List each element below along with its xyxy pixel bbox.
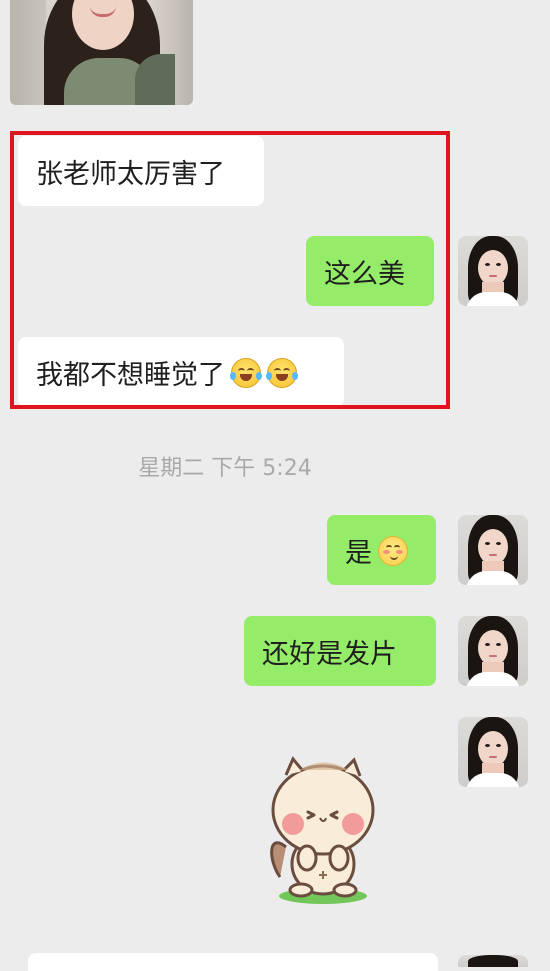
outgoing-message-3[interactable]: 还好是发片 <box>244 616 436 686</box>
partial-message-bubble[interactable] <box>28 953 438 971</box>
message-text: 张老师太厉害了 <box>36 158 225 190</box>
sender-avatar[interactable] <box>458 236 528 306</box>
tear-right <box>256 372 262 380</box>
outgoing-message-1[interactable]: 这么美 <box>306 236 434 306</box>
message-text: 是 <box>345 537 372 569</box>
avatar-lips <box>489 655 497 657</box>
sender-avatar[interactable] <box>458 515 528 585</box>
emoji-mouth <box>240 374 252 381</box>
sender-avatar[interactable] <box>458 616 528 686</box>
tear-right <box>292 372 298 380</box>
message-text: 还好是发片 <box>262 638 397 670</box>
sender-avatar[interactable] <box>458 717 528 787</box>
avatar-face <box>478 529 508 565</box>
avatar-eye-left <box>485 744 490 747</box>
cat-sticker-icon <box>270 756 375 904</box>
avatar-face <box>478 250 508 286</box>
avatar-hair <box>468 955 518 967</box>
avatar-eye-right <box>496 542 501 545</box>
timestamp: 星期二 下午 5:24 <box>138 456 312 481</box>
emoji-mouth <box>276 374 288 381</box>
outgoing-message-2[interactable]: 是 <box>327 515 436 585</box>
emoji-blush-left <box>383 550 390 554</box>
shy-face-icon <box>378 536 408 566</box>
tear-left <box>266 372 272 380</box>
avatar-eye-left <box>485 643 490 646</box>
avatar-eye-right <box>496 744 501 747</box>
avatar-lips <box>489 756 497 758</box>
tear-left <box>230 372 236 380</box>
avatar-eye-right <box>496 643 501 646</box>
laughing-tears-icon <box>266 358 298 388</box>
avatar-eye-right <box>496 263 501 266</box>
cat-sticker[interactable] <box>262 752 384 910</box>
message-text: 我都不想睡觉了 <box>36 359 225 391</box>
emoji-mouth <box>390 554 398 560</box>
avatar-lips <box>489 275 497 277</box>
avatar-face <box>478 630 508 666</box>
partial-avatar[interactable] <box>458 955 528 967</box>
image-background-left <box>10 0 46 105</box>
incoming-message-2[interactable]: 我都不想睡觉了 <box>18 337 344 407</box>
laughing-tears-icon <box>230 358 262 388</box>
incoming-message-1[interactable]: 张老师太厉害了 <box>18 136 264 206</box>
avatar-eye-left <box>485 542 490 545</box>
avatar-face <box>478 731 508 767</box>
message-text: 这么美 <box>324 258 405 290</box>
image-message[interactable] <box>10 0 193 105</box>
avatar-eye-left <box>485 263 490 266</box>
avatar-lips <box>489 554 497 556</box>
photo-subject-jacket <box>135 54 175 105</box>
